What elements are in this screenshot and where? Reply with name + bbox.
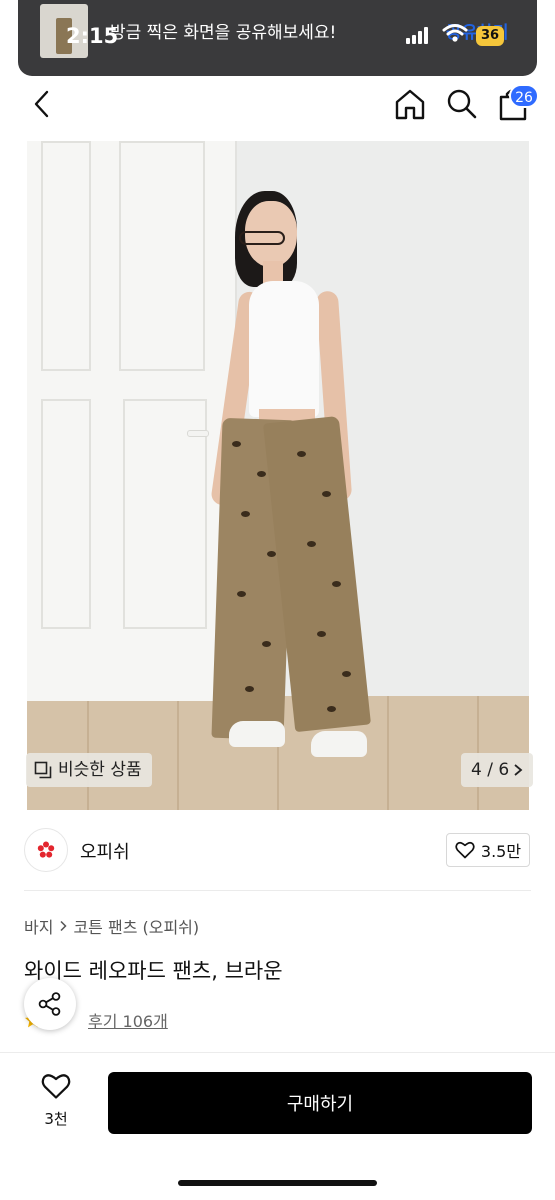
wishlist-button[interactable]: 3천 bbox=[28, 1072, 84, 1132]
divider bbox=[24, 890, 531, 891]
battery-indicator: 36 bbox=[476, 26, 505, 46]
breadcrumb-category[interactable]: 바지 bbox=[24, 914, 53, 938]
search-icon[interactable] bbox=[446, 86, 478, 122]
page-indicator-text: 4 / 6 bbox=[471, 760, 510, 780]
share-button[interactable] bbox=[24, 978, 76, 1030]
home-indicator bbox=[178, 1180, 377, 1186]
brand-like-count: 3.5만 bbox=[480, 842, 522, 861]
cart-count-badge: 26 bbox=[509, 84, 539, 108]
image-page-indicator[interactable]: 4 / 6 bbox=[461, 753, 534, 787]
similar-products-button[interactable]: 비슷한 상품 bbox=[26, 753, 152, 787]
screenshot-share-banner[interactable]: 2:15 방금 찍은 화면을 공유해보세요! 공유하기 36 bbox=[18, 0, 537, 76]
brand-logo[interactable] bbox=[24, 828, 68, 872]
chevron-right-icon bbox=[514, 764, 523, 776]
chevron-right-icon bbox=[60, 920, 68, 932]
heart-icon bbox=[41, 1074, 71, 1099]
banner-message: 방금 찍은 화면을 공유해보세요! bbox=[110, 23, 337, 43]
wifi-icon bbox=[442, 24, 468, 42]
back-arrow-icon[interactable] bbox=[28, 86, 54, 122]
buy-button[interactable]: 구매하기 bbox=[108, 1072, 532, 1134]
heart-icon bbox=[455, 841, 475, 859]
similar-products-label: 비슷한 상품 bbox=[58, 760, 142, 780]
product-image[interactable] bbox=[27, 141, 529, 810]
brand-name[interactable]: 오피쉬 bbox=[80, 838, 130, 864]
brand-like-button[interactable]: 3.5만 bbox=[446, 833, 530, 867]
wishlist-count: 3천 bbox=[44, 1110, 68, 1128]
copy-icon bbox=[34, 761, 52, 779]
share-icon bbox=[38, 992, 61, 1016]
flower-logo-icon bbox=[37, 841, 55, 858]
breadcrumb-subcategory[interactable]: 코튼 팬츠 (오피쉬) bbox=[73, 914, 199, 938]
breadcrumb: 바지 코튼 팬츠 (오피쉬) bbox=[24, 914, 199, 938]
home-icon[interactable] bbox=[394, 86, 426, 122]
review-count-link[interactable]: 후기 106개 bbox=[88, 1008, 168, 1032]
bottom-bar-divider bbox=[0, 1052, 555, 1053]
top-nav bbox=[0, 80, 555, 132]
signal-icon bbox=[406, 26, 428, 44]
